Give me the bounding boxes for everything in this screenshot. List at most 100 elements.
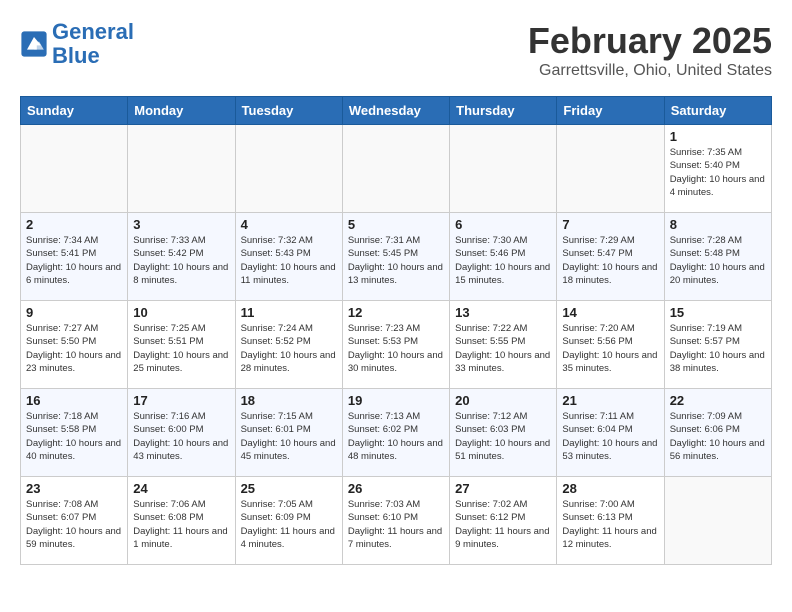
day-info: Sunrise: 7:08 AM Sunset: 6:07 PM Dayligh… <box>26 498 122 551</box>
day-number: 28 <box>562 481 658 496</box>
day-cell: 10 Sunrise: 7:25 AM Sunset: 5:51 PM Dayli… <box>128 301 235 389</box>
week-row-4: 16Sunrise: 7:18 AM Sunset: 5:58 PM Dayli… <box>21 389 772 477</box>
day-cell <box>557 125 664 213</box>
day-number: 13 <box>455 305 551 320</box>
day-cell: 4 Sunrise: 7:32 AM Sunset: 5:43 PM Daylig… <box>235 213 342 301</box>
day-cell: 18Sunrise: 7:15 AM Sunset: 6:01 PM Dayli… <box>235 389 342 477</box>
day-number: 22 <box>670 393 766 408</box>
day-info: Sunrise: 7:30 AM Sunset: 5:46 PM Dayligh… <box>455 234 551 287</box>
month-title: February 2025 <box>528 20 772 62</box>
day-cell: 3 Sunrise: 7:33 AM Sunset: 5:42 PM Daylig… <box>128 213 235 301</box>
day-cell: 23 Sunrise: 7:08 AM Sunset: 6:07 PM Dayli… <box>21 477 128 565</box>
day-cell: 12Sunrise: 7:23 AM Sunset: 5:53 PM Dayli… <box>342 301 449 389</box>
day-cell: 24 Sunrise: 7:06 AM Sunset: 6:08 PM Dayli… <box>128 477 235 565</box>
day-number: 14 <box>562 305 658 320</box>
day-cell: 22 Sunrise: 7:09 AM Sunset: 6:06 PM Dayli… <box>664 389 771 477</box>
day-info: Sunrise: 7:13 AM Sunset: 6:02 PM Dayligh… <box>348 410 444 463</box>
day-number: 5 <box>348 217 444 232</box>
day-cell: 25Sunrise: 7:05 AM Sunset: 6:09 PM Dayli… <box>235 477 342 565</box>
day-number: 10 <box>133 305 229 320</box>
day-info: Sunrise: 7:20 AM Sunset: 5:56 PM Dayligh… <box>562 322 658 375</box>
day-cell: 1 Sunrise: 7:35 AM Sunset: 5:40 PM Daylig… <box>664 125 771 213</box>
day-info: Sunrise: 7:24 AM Sunset: 5:52 PM Dayligh… <box>241 322 337 375</box>
day-number: 1 <box>670 129 766 144</box>
day-cell: 7 Sunrise: 7:29 AM Sunset: 5:47 PM Daylig… <box>557 213 664 301</box>
day-info: Sunrise: 7:12 AM Sunset: 6:03 PM Dayligh… <box>455 410 551 463</box>
day-cell: 26 Sunrise: 7:03 AM Sunset: 6:10 PM Dayli… <box>342 477 449 565</box>
day-cell: 15 Sunrise: 7:19 AM Sunset: 5:57 PM Dayli… <box>664 301 771 389</box>
week-row-2: 2 Sunrise: 7:34 AM Sunset: 5:41 PM Daylig… <box>21 213 772 301</box>
day-info: Sunrise: 7:06 AM Sunset: 6:08 PM Dayligh… <box>133 498 229 551</box>
header-day-sunday: Sunday <box>21 97 128 125</box>
day-cell <box>128 125 235 213</box>
day-cell: 16Sunrise: 7:18 AM Sunset: 5:58 PM Dayli… <box>21 389 128 477</box>
week-row-1: 1 Sunrise: 7:35 AM Sunset: 5:40 PM Daylig… <box>21 125 772 213</box>
day-info: Sunrise: 7:35 AM Sunset: 5:40 PM Dayligh… <box>670 146 766 199</box>
day-info: Sunrise: 7:00 AM Sunset: 6:13 PM Dayligh… <box>562 498 658 551</box>
week-row-5: 23 Sunrise: 7:08 AM Sunset: 6:07 PM Dayli… <box>21 477 772 565</box>
day-info: Sunrise: 7:23 AM Sunset: 5:53 PM Dayligh… <box>348 322 444 375</box>
day-cell: 20 Sunrise: 7:12 AM Sunset: 6:03 PM Dayli… <box>450 389 557 477</box>
day-info: Sunrise: 7:25 AM Sunset: 5:51 PM Dayligh… <box>133 322 229 375</box>
day-number: 26 <box>348 481 444 496</box>
day-cell <box>342 125 449 213</box>
day-info: Sunrise: 7:03 AM Sunset: 6:10 PM Dayligh… <box>348 498 444 551</box>
header-day-saturday: Saturday <box>664 97 771 125</box>
header-day-wednesday: Wednesday <box>342 97 449 125</box>
day-number: 21 <box>562 393 658 408</box>
day-number: 19 <box>348 393 444 408</box>
day-number: 17 <box>133 393 229 408</box>
day-info: Sunrise: 7:29 AM Sunset: 5:47 PM Dayligh… <box>562 234 658 287</box>
location-subtitle: Garrettsville, Ohio, United States <box>528 62 772 80</box>
day-number: 15 <box>670 305 766 320</box>
day-info: Sunrise: 7:05 AM Sunset: 6:09 PM Dayligh… <box>241 498 337 551</box>
day-number: 20 <box>455 393 551 408</box>
day-number: 9 <box>26 305 122 320</box>
day-info: Sunrise: 7:11 AM Sunset: 6:04 PM Dayligh… <box>562 410 658 463</box>
day-number: 18 <box>241 393 337 408</box>
logo-icon <box>20 30 48 58</box>
day-info: Sunrise: 7:18 AM Sunset: 5:58 PM Dayligh… <box>26 410 122 463</box>
day-info: Sunrise: 7:19 AM Sunset: 5:57 PM Dayligh… <box>670 322 766 375</box>
day-cell: 28 Sunrise: 7:00 AM Sunset: 6:13 PM Dayli… <box>557 477 664 565</box>
day-info: Sunrise: 7:28 AM Sunset: 5:48 PM Dayligh… <box>670 234 766 287</box>
day-number: 6 <box>455 217 551 232</box>
day-info: Sunrise: 7:34 AM Sunset: 5:41 PM Dayligh… <box>26 234 122 287</box>
logo: General Blue <box>20 20 134 68</box>
day-info: Sunrise: 7:02 AM Sunset: 6:12 PM Dayligh… <box>455 498 551 551</box>
day-cell <box>235 125 342 213</box>
day-number: 3 <box>133 217 229 232</box>
day-info: Sunrise: 7:22 AM Sunset: 5:55 PM Dayligh… <box>455 322 551 375</box>
day-number: 4 <box>241 217 337 232</box>
day-number: 11 <box>241 305 337 320</box>
week-row-3: 9Sunrise: 7:27 AM Sunset: 5:50 PM Daylig… <box>21 301 772 389</box>
header-day-friday: Friday <box>557 97 664 125</box>
page-header: General Blue February 2025 Garrettsville… <box>20 20 772 80</box>
day-number: 8 <box>670 217 766 232</box>
day-cell: 17 Sunrise: 7:16 AM Sunset: 6:00 PM Dayli… <box>128 389 235 477</box>
day-number: 24 <box>133 481 229 496</box>
day-number: 27 <box>455 481 551 496</box>
day-info: Sunrise: 7:32 AM Sunset: 5:43 PM Dayligh… <box>241 234 337 287</box>
day-info: Sunrise: 7:09 AM Sunset: 6:06 PM Dayligh… <box>670 410 766 463</box>
header-day-thursday: Thursday <box>450 97 557 125</box>
day-cell: 5Sunrise: 7:31 AM Sunset: 5:45 PM Daylig… <box>342 213 449 301</box>
day-info: Sunrise: 7:16 AM Sunset: 6:00 PM Dayligh… <box>133 410 229 463</box>
day-info: Sunrise: 7:33 AM Sunset: 5:42 PM Dayligh… <box>133 234 229 287</box>
title-block: February 2025 Garrettsville, Ohio, Unite… <box>528 20 772 80</box>
day-number: 7 <box>562 217 658 232</box>
day-number: 2 <box>26 217 122 232</box>
logo-text: General Blue <box>52 20 134 68</box>
day-cell: 19 Sunrise: 7:13 AM Sunset: 6:02 PM Dayli… <box>342 389 449 477</box>
header-day-tuesday: Tuesday <box>235 97 342 125</box>
day-cell: 8 Sunrise: 7:28 AM Sunset: 5:48 PM Daylig… <box>664 213 771 301</box>
header-day-monday: Monday <box>128 97 235 125</box>
day-cell: 11 Sunrise: 7:24 AM Sunset: 5:52 PM Dayli… <box>235 301 342 389</box>
day-cell: 27 Sunrise: 7:02 AM Sunset: 6:12 PM Dayli… <box>450 477 557 565</box>
calendar-header: SundayMondayTuesdayWednesdayThursdayFrid… <box>21 97 772 125</box>
header-row: SundayMondayTuesdayWednesdayThursdayFrid… <box>21 97 772 125</box>
day-cell: 6 Sunrise: 7:30 AM Sunset: 5:46 PM Daylig… <box>450 213 557 301</box>
day-number: 23 <box>26 481 122 496</box>
day-cell: 9Sunrise: 7:27 AM Sunset: 5:50 PM Daylig… <box>21 301 128 389</box>
calendar-table: SundayMondayTuesdayWednesdayThursdayFrid… <box>20 96 772 565</box>
